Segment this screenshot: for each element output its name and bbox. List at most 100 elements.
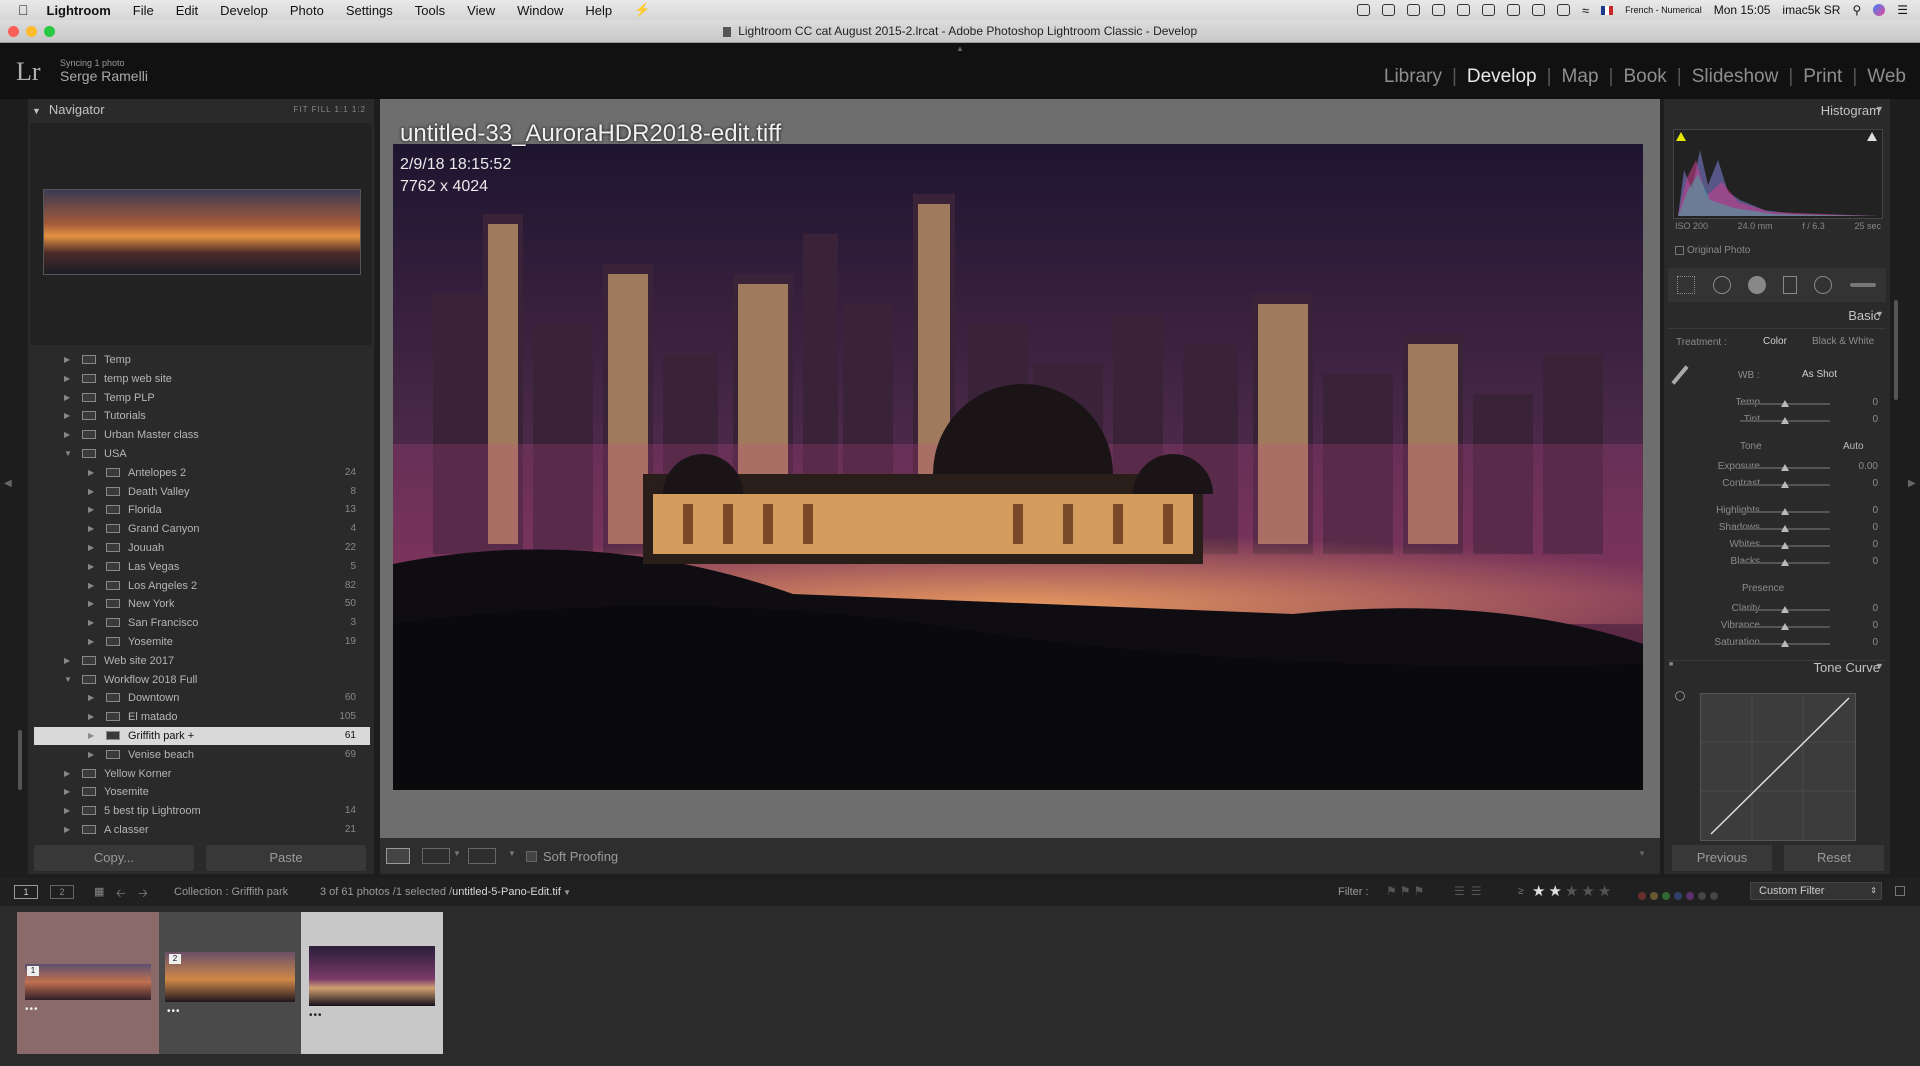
time-machine-icon[interactable] <box>1532 4 1546 16</box>
crop-overlay-icon[interactable] <box>1677 276 1695 294</box>
menu-develop[interactable]: Develop <box>220 3 268 18</box>
menu-edit[interactable]: Edit <box>176 3 198 18</box>
spotlight-search-icon[interactable]: ⚲ <box>1852 3 1861 17</box>
right-panel-scrollbar[interactable] <box>1894 300 1898 400</box>
adjustment-brush-icon[interactable] <box>1850 283 1876 287</box>
folder-row[interactable]: ▶ temp web site <box>34 370 370 388</box>
status-icon-6[interactable] <box>1482 4 1496 16</box>
close-window-button[interactable] <box>8 26 19 37</box>
slider-knob[interactable] <box>1781 623 1789 630</box>
apple-icon[interactable]:  <box>18 2 29 18</box>
folder-row[interactable]: ▶ Yosemite <box>34 783 370 801</box>
soft-proofing-label[interactable]: Soft Proofing <box>543 849 618 864</box>
tone-curve-header[interactable]: Tone Curve <box>1814 660 1880 675</box>
filmstrip-thumb[interactable]: 2 ••• <box>159 912 301 1054</box>
folder-row[interactable]: ▶ Death Valley 8 <box>34 483 370 501</box>
folder-row[interactable]: ▶ Venise beach 69 <box>34 746 370 764</box>
rating-star-icon[interactable]: ★ <box>1581 883 1594 900</box>
module-web[interactable]: Web <box>1857 66 1916 88</box>
vibrance-value[interactable]: 0 <box>1848 620 1878 631</box>
expand-triangle-icon[interactable]: ▶ <box>88 708 94 726</box>
dropbox-icon[interactable] <box>1407 4 1421 16</box>
before-after-dropdown-icon[interactable]: ▼ <box>453 849 461 858</box>
filmstrip-thumb[interactable]: 1 ••• <box>17 912 159 1054</box>
folder-row[interactable]: ▼ Workflow 2018 Full <box>34 671 370 689</box>
expand-triangle-icon[interactable]: ▶ <box>88 483 94 501</box>
folder-row[interactable]: ▶ Yosemite 19 <box>34 633 370 651</box>
exposure-value[interactable]: 0.00 <box>1848 461 1878 472</box>
source-dropdown-icon[interactable]: ▼ <box>561 888 571 897</box>
expand-triangle-icon[interactable]: ▶ <box>88 727 94 745</box>
secondary-display-button[interactable]: 2 <box>50 885 74 899</box>
folder-row[interactable]: ▶ A classer 21 <box>34 821 370 839</box>
module-book[interactable]: Book <box>1613 66 1676 88</box>
panel-switch-icon[interactable]: ■ <box>1669 661 1673 668</box>
input-source-label[interactable]: French - Numerical <box>1625 5 1702 15</box>
slider-knob[interactable] <box>1781 417 1789 424</box>
slider-knob[interactable] <box>1781 606 1789 613</box>
highlights-value[interactable]: 0 <box>1848 505 1878 516</box>
histogram-header[interactable]: Histogram <box>1821 103 1880 118</box>
saturation-slider[interactable] <box>1740 640 1830 647</box>
menu-photo[interactable]: Photo <box>290 3 324 18</box>
folder-row[interactable]: ▶ 5 best tip Lightroom 14 <box>34 802 370 820</box>
folder-row[interactable]: ▶ Downtown 60 <box>34 689 370 707</box>
shadow-clipping-icon[interactable] <box>1676 132 1686 141</box>
tone-curve-collapse-icon[interactable]: ▼ <box>1875 661 1884 671</box>
expand-triangle-icon[interactable]: ▶ <box>88 633 94 651</box>
menu-view[interactable]: View <box>467 3 495 18</box>
filter-grid-icons[interactable]: ☰☰ <box>1454 884 1488 898</box>
notification-center-icon[interactable]: ☰ <box>1897 3 1908 17</box>
bluetooth-icon[interactable] <box>1507 4 1521 16</box>
before-after-swap-icon[interactable] <box>468 848 496 864</box>
treatment-color-option[interactable]: Color <box>1763 336 1787 347</box>
slider-knob[interactable] <box>1781 400 1789 407</box>
slider-knob[interactable] <box>1781 542 1789 549</box>
rating-star-icon[interactable]: ★ <box>1565 883 1578 900</box>
primary-display-button[interactable]: 1 <box>14 885 38 899</box>
color-label-dot[interactable] <box>1674 892 1682 900</box>
module-print[interactable]: Print <box>1793 66 1852 88</box>
collection-source-label[interactable]: Collection : Griffith park <box>174 886 288 898</box>
expand-triangle-icon[interactable]: ▶ <box>64 389 70 407</box>
contrast-slider[interactable] <box>1740 481 1830 488</box>
script-lightning-icon[interactable]: ⚡ <box>634 2 650 18</box>
flag-icon[interactable] <box>1601 5 1614 15</box>
treatment-bw-option[interactable]: Black & White <box>1812 336 1874 347</box>
module-develop[interactable]: Develop <box>1457 66 1547 88</box>
tone-curve-graph[interactable] <box>1700 693 1856 841</box>
menu-window[interactable]: Window <box>517 3 563 18</box>
navigator-zoom-options[interactable]: FIT FILL 1:1 1:2 <box>294 99 366 121</box>
slider-knob[interactable] <box>1781 508 1789 515</box>
slider-knob[interactable] <box>1781 525 1789 532</box>
histogram-collapse-icon[interactable]: ▼ <box>1875 104 1884 114</box>
folder-row[interactable]: ▶ Urban Master class <box>34 426 370 444</box>
color-label-dot[interactable] <box>1638 892 1646 900</box>
wb-preset-dropdown[interactable]: As Shot <box>1802 369 1837 380</box>
collapse-triangle-icon[interactable]: ▼ <box>64 671 72 689</box>
siri-icon[interactable] <box>1873 4 1886 16</box>
folder-row[interactable]: ▶ New York 50 <box>34 595 370 613</box>
wifi-icon[interactable]: ≈ <box>1582 3 1589 18</box>
color-label-dot[interactable] <box>1710 892 1718 900</box>
filmstrip-thumb-selected[interactable]: ••• <box>301 912 443 1054</box>
folder-row[interactable]: ▶ Yellow Korner <box>34 765 370 783</box>
red-eye-icon[interactable] <box>1748 276 1766 294</box>
expand-triangle-icon[interactable]: ▶ <box>88 520 94 538</box>
expand-triangle-icon[interactable]: ▶ <box>64 783 70 801</box>
color-label-dot[interactable] <box>1650 892 1658 900</box>
folder-row[interactable]: ▶ Grand Canyon 4 <box>34 520 370 538</box>
histogram-graph[interactable] <box>1673 129 1883 219</box>
expand-triangle-icon[interactable]: ▶ <box>64 370 70 388</box>
rating-star-icon[interactable]: ★ <box>1532 883 1545 900</box>
folder-row[interactable]: ▶ Antelopes 2 24 <box>34 464 370 482</box>
radial-filter-icon[interactable] <box>1814 276 1832 294</box>
forward-arrow-icon[interactable]: 🡢 <box>138 884 148 905</box>
expand-triangle-icon[interactable]: ▶ <box>88 558 94 576</box>
shadows-value[interactable]: 0 <box>1848 522 1878 533</box>
rating-comparison-icon[interactable]: ≥ <box>1518 886 1524 897</box>
custom-filter-dropdown[interactable]: Custom Filter ⇕ <box>1750 882 1882 900</box>
rating-star-icon[interactable]: ★ <box>1598 883 1611 900</box>
module-slideshow[interactable]: Slideshow <box>1682 66 1789 88</box>
menu-tools[interactable]: Tools <box>415 3 445 18</box>
